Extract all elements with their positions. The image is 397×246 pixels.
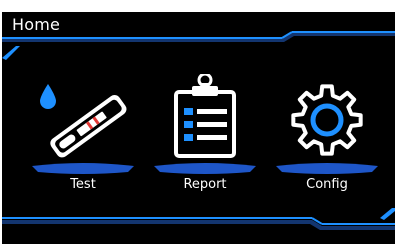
config-button[interactable]: Config — [276, 74, 378, 194]
page-title: Home — [12, 15, 61, 34]
home-screen: Home Test Report Config — [2, 12, 395, 244]
report-label: Report — [183, 177, 227, 192]
title-bar: Home — [2, 12, 395, 36]
test-button[interactable]: Test — [32, 74, 134, 194]
report-pedestal — [154, 163, 256, 174]
clipboard-icon — [174, 74, 236, 158]
config-label: Config — [306, 177, 348, 192]
test-label: Test — [70, 177, 96, 192]
test-pedestal — [32, 163, 134, 174]
test-strip-icon — [40, 84, 127, 158]
config-pedestal — [276, 163, 378, 174]
gear-icon — [291, 84, 363, 156]
report-button[interactable]: Report — [154, 74, 256, 194]
